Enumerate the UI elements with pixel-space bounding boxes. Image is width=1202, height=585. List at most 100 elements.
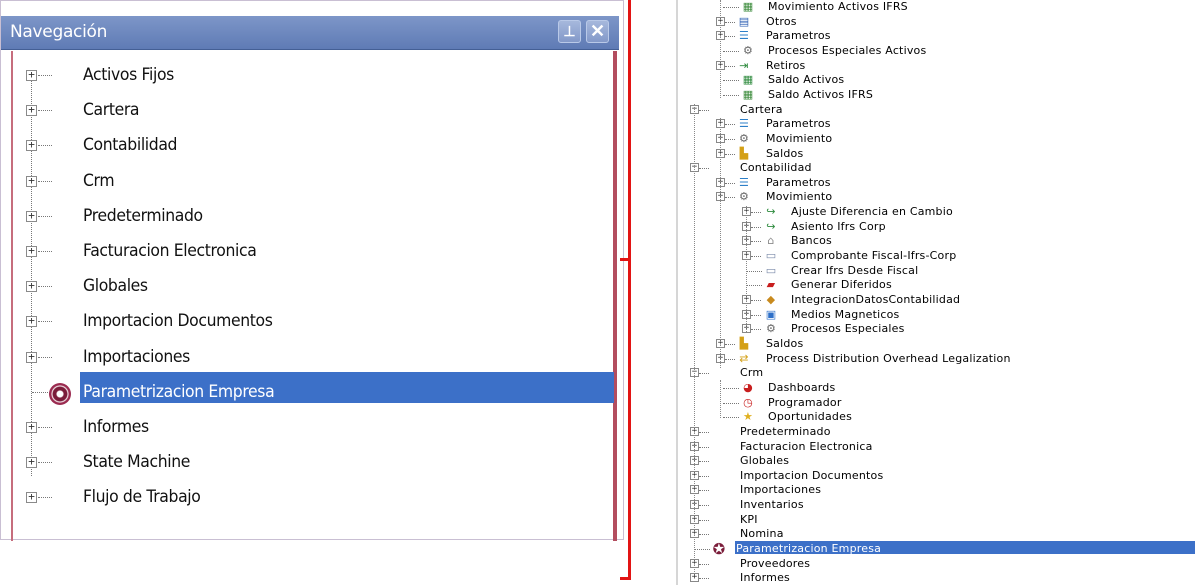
tree-connector	[725, 197, 735, 199]
tree-item-parametros[interactable]: + ☰ Parametros	[0, 29, 1202, 43]
tree-item-label: Oportunidades	[768, 410, 853, 424]
tree-connector	[725, 138, 735, 140]
tree-item-label: KPI	[740, 512, 758, 526]
tree-connector	[699, 563, 709, 565]
tree-item-facturacion-electronica[interactable]: + Facturacion Electronica	[0, 440, 1202, 454]
grid-icon: ▦	[742, 73, 754, 87]
tree-item-label: Saldo Activos	[768, 73, 845, 87]
settings-list-icon: ☰	[738, 29, 750, 43]
tree-item-label: Nomina	[740, 527, 784, 541]
tree-item-globales[interactable]: + Globales	[0, 454, 1202, 468]
tree-item-bancos[interactable]: + ⌂ Bancos	[0, 234, 1202, 248]
tree-item-parametrizacion-empresa[interactable]: ✪ Parametrizacion Empresa	[0, 540, 1202, 559]
tree-item-nomina[interactable]: + Nomina	[0, 527, 1202, 541]
tree-item-predeterminado[interactable]: + Predeterminado	[0, 425, 1202, 439]
table-icon: ▤	[738, 14, 750, 28]
tree-item-label: Proveedores	[740, 556, 811, 570]
tree-item-label: Generar Diferidos	[791, 278, 892, 292]
tree-item-process-distribution-overhead-legalization[interactable]: + ⇄ Process Distribution Overhead Legaliza…	[0, 352, 1202, 366]
star-icon: ★	[742, 410, 754, 424]
tree-connector	[723, 50, 739, 52]
tree-item-procesos-especiales[interactable]: + ⚙ Procesos Especiales	[0, 322, 1202, 336]
tree-item-label: Crear Ifrs Desde Fiscal	[791, 263, 919, 277]
tree-connector	[699, 446, 709, 448]
gear-icon: ⚙	[738, 131, 750, 145]
tree-connector	[699, 461, 709, 463]
tree-connector	[699, 168, 709, 170]
tree-item-label: Procesos Especiales	[791, 322, 905, 336]
tree-item-integraciondatoscontabilidad[interactable]: + ◆ IntegracionDatosContabilidad	[0, 293, 1202, 307]
tree-item-parametros[interactable]: + ☰ Parametros	[0, 176, 1202, 190]
tree-item-medios-magneticos[interactable]: + ▣ Medios Magneticos	[0, 308, 1202, 322]
tree-connector	[699, 373, 709, 375]
tree-item-cartera[interactable]: − Cartera	[0, 103, 1202, 117]
tree-item-proveedores[interactable]: + Proveedores	[0, 557, 1202, 571]
tree-connector	[746, 270, 762, 272]
gear-icon: ⚙	[742, 43, 754, 57]
tree-item-movimiento[interactable]: + ⚙ Movimiento	[0, 132, 1202, 146]
gear-icon: ✪	[712, 540, 726, 559]
tree-item-label: Cartera	[740, 102, 783, 116]
tree-item-movimiento-activos-ifrs[interactable]: ▦ Movimiento Activos IFRS	[0, 0, 1202, 14]
tree-item-saldos[interactable]: + ▙ Saldos	[0, 337, 1202, 351]
tree-item-otros[interactable]: + ▤ Otros	[0, 15, 1202, 29]
tree-item-importacion-documentos[interactable]: + Importacion Documentos	[0, 469, 1202, 483]
tree-item-informes[interactable]: + Informes	[0, 571, 1202, 585]
tree-item-kpi[interactable]: + KPI	[0, 513, 1202, 527]
tree-item-label: Parametros	[766, 29, 831, 43]
monitor-icon: ▣	[765, 307, 777, 321]
tree-item-label: Facturacion Electronica	[740, 439, 873, 453]
tree-item-retiros[interactable]: + ⇥ Retiros	[0, 59, 1202, 73]
tree-item-dashboards[interactable]: ◕ Dashboards	[0, 381, 1202, 395]
tree-item-contabilidad[interactable]: − Contabilidad	[0, 161, 1202, 175]
tree-item-label: Retiros	[766, 58, 806, 72]
tree-connector	[723, 417, 739, 419]
tree-item-label: Asiento Ifrs Corp	[791, 219, 886, 233]
tree-item-procesos-especiales-activos[interactable]: ⚙ Procesos Especiales Activos	[0, 44, 1202, 58]
tree-connector	[725, 182, 735, 184]
tree-item-parametros[interactable]: + ☰ Parametros	[0, 117, 1202, 131]
tree-item-label: Movimiento	[766, 190, 833, 204]
tree-item-comprobante-fiscal-ifrs-corp[interactable]: + ▭ Comprobante Fiscal-Ifrs-Corp	[0, 249, 1202, 263]
tree-item-oportunidades[interactable]: ★ Oportunidades	[0, 410, 1202, 424]
tree-connector	[723, 94, 739, 96]
tree-connector	[725, 153, 735, 155]
tree-item-crear-ifrs-desde-fiscal[interactable]: ▭ Crear Ifrs Desde Fiscal	[0, 264, 1202, 278]
tree-connector	[694, 549, 710, 551]
tree-item-label: Contabilidad	[740, 161, 812, 175]
tree-item-label: Saldos	[766, 146, 804, 160]
tree-item-label: Procesos Especiales Activos	[768, 43, 927, 57]
tree-connector-line	[746, 206, 747, 332]
tree-item-movimiento[interactable]: + ⚙ Movimiento	[0, 190, 1202, 204]
tree-connector	[751, 329, 761, 331]
tree-connector	[725, 358, 735, 360]
tree-connector	[751, 314, 761, 316]
tree-item-saldos[interactable]: + ▙ Saldos	[0, 147, 1202, 161]
tree-item-ajuste-diferencia-en-cambio[interactable]: + ↪ Ajuste Diferencia en Cambio	[0, 205, 1202, 219]
tree-item-saldo-activos[interactable]: ▦ Saldo Activos	[0, 73, 1202, 87]
green-arrow-icon: ↪	[766, 219, 776, 233]
expand-icon[interactable]: +	[690, 573, 699, 583]
tree-connector	[725, 65, 735, 67]
tree-connector	[725, 36, 735, 38]
bank-icon: ⌂	[767, 234, 775, 248]
tree-item-saldo-activos-ifrs[interactable]: ▦ Saldo Activos IFRS	[0, 88, 1202, 102]
tree-item-importaciones[interactable]: + Importaciones	[0, 483, 1202, 497]
tree-connector	[751, 241, 761, 243]
gear-icon: ⚙	[765, 322, 777, 336]
tree-connector	[699, 431, 709, 433]
tree-item-asiento-ifrs-corp[interactable]: + ↪ Asiento Ifrs Corp	[0, 220, 1202, 234]
tree-item-label: Process Distribution Overhead Legalizati…	[766, 351, 1011, 365]
tree-connector-line	[694, 104, 695, 574]
tree-item-label: Ajuste Diferencia en Cambio	[791, 205, 953, 219]
grid-chart-icon: ▦	[742, 0, 754, 13]
tree-item-inventarios[interactable]: + Inventarios	[0, 498, 1202, 512]
tree-item-programador[interactable]: ◷ Programador	[0, 396, 1202, 410]
green-arrow-icon: ↪	[766, 205, 776, 219]
tree-item-label: Importacion Documentos	[740, 468, 884, 482]
tree-connector	[723, 402, 739, 404]
tree-item-generar-diferidos[interactable]: ▰ Generar Diferidos	[0, 278, 1202, 292]
tree-item-crm[interactable]: − Crm	[0, 366, 1202, 380]
balance-icon: ▙	[739, 336, 749, 350]
tree-item-label: Importaciones	[740, 483, 822, 497]
